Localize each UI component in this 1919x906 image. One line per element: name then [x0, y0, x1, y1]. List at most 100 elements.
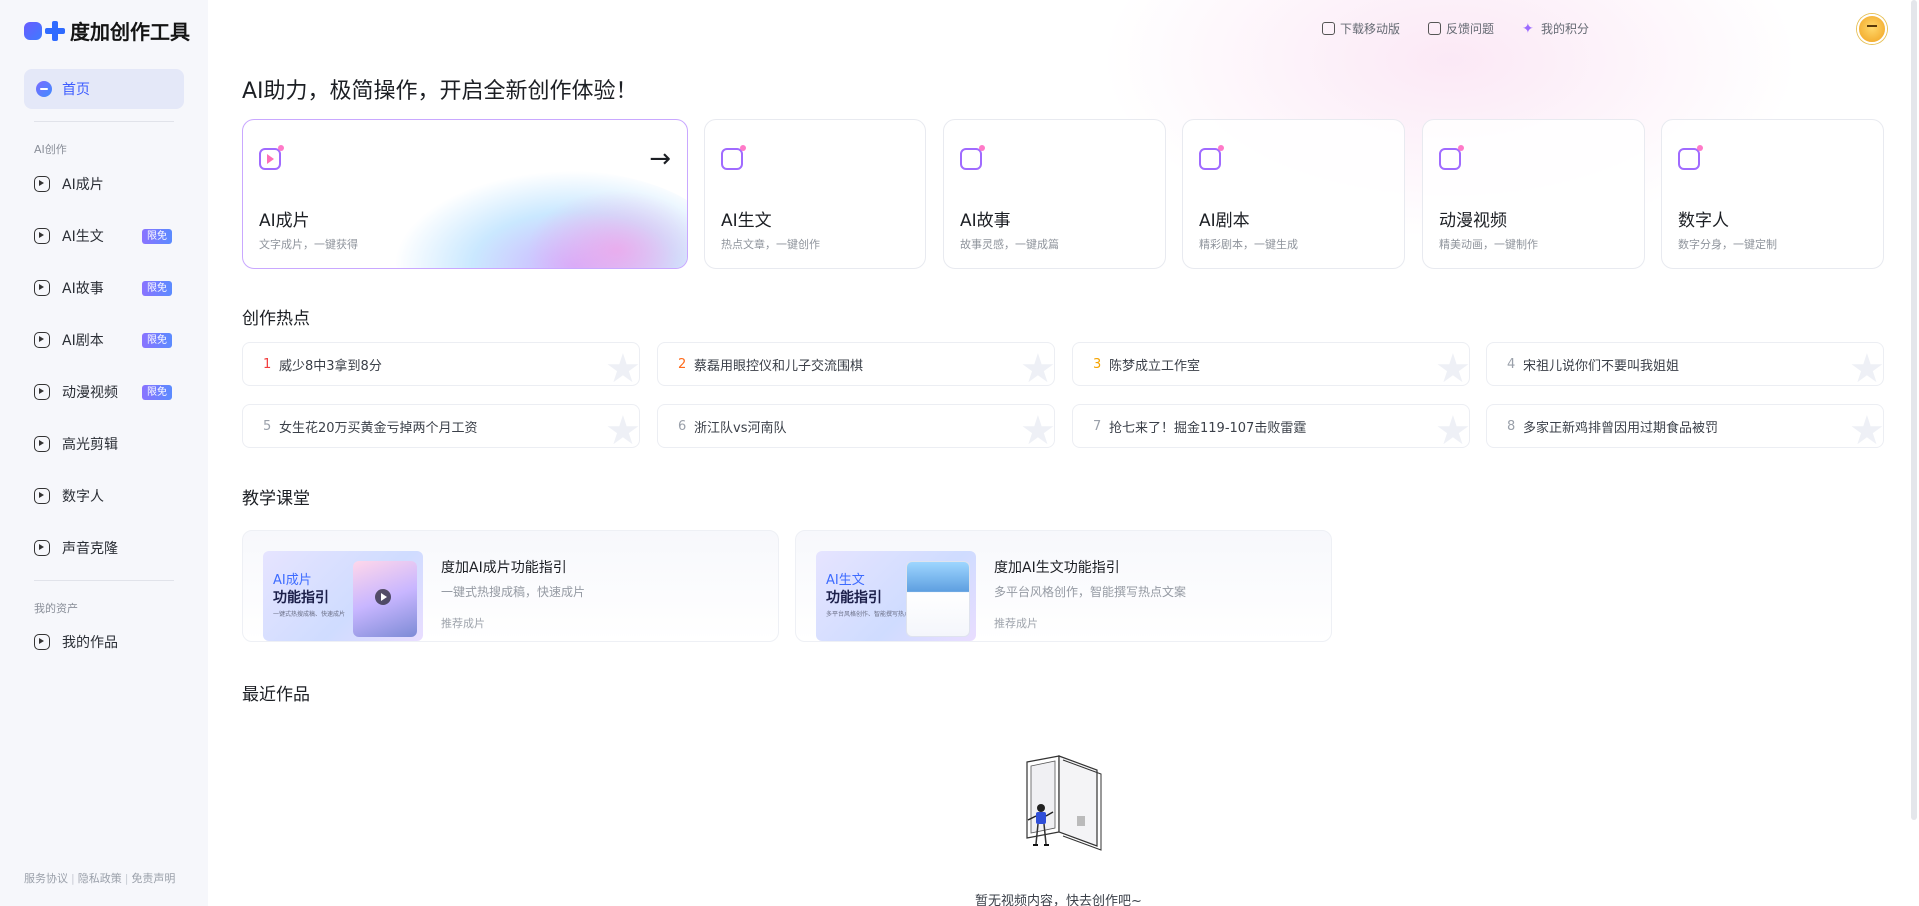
- thumb-line: 一键式热搜成稿、快速成片: [273, 611, 346, 618]
- sidebar-item-ai-story[interactable]: AI故事 限免: [34, 276, 184, 300]
- document-illustration: [906, 561, 970, 637]
- logo-icon: [24, 20, 68, 42]
- sidebar-item-highlight-edit[interactable]: 高光剪辑: [34, 432, 184, 456]
- privacy-link[interactable]: 隐私政策: [78, 872, 122, 885]
- smile-icon: [34, 384, 50, 400]
- sidebar-item-label: 高光剪辑: [62, 437, 118, 453]
- hot-rank: 2: [678, 356, 687, 372]
- hot-text: 抢七来了！掘金119-107击败雷霆: [1109, 420, 1307, 436]
- thumb-line: 功能指引: [273, 590, 329, 606]
- sidebar-item-label: AI成片: [62, 177, 104, 193]
- folder-icon: [34, 634, 50, 650]
- logo-text: 度加创作工具: [70, 20, 190, 44]
- card-ai-video[interactable]: → AI成片 文字成片，一键获得: [242, 119, 688, 269]
- star-icon: ★: [605, 346, 640, 386]
- feedback-button[interactable]: 反馈问题: [1427, 20, 1494, 37]
- terms-link[interactable]: 服务协议: [24, 872, 68, 885]
- scrollbar[interactable]: [1911, 0, 1917, 820]
- tutorial-thumbnail: AI成片 功能指引 一键式热搜成稿、快速成片: [263, 551, 423, 641]
- text-icon: [721, 145, 746, 170]
- card-ai-text[interactable]: AI生文 热点文章，一键创作: [704, 119, 926, 269]
- card-anime-video[interactable]: 动漫视频 精美动画，一键制作: [1422, 119, 1645, 269]
- star-icon: ★: [1020, 346, 1055, 386]
- play-icon[interactable]: [375, 589, 391, 605]
- disclaimer-link[interactable]: 免责声明: [131, 872, 175, 885]
- header-actions: 下载移动版 反馈问题 ✦ 我的积分: [1294, 20, 1589, 37]
- hot-topic-item[interactable]: 2 蔡磊用眼控仪和儿子交流围棋 ★: [657, 342, 1055, 386]
- card-desc: 精美动画，一键制作: [1439, 238, 1538, 251]
- hot-topic-item[interactable]: 6 浙江队vs河南队 ★: [657, 404, 1055, 448]
- sidebar-item-label: 数字人: [62, 489, 104, 505]
- video-icon: [34, 176, 50, 192]
- hot-rank: 6: [678, 418, 687, 434]
- hot-rank: 8: [1507, 418, 1516, 434]
- divider: [34, 580, 174, 581]
- tutorial-thumbnail: AI生文 功能指引 多平台风格创作、智能撰写热点文案: [816, 551, 976, 641]
- card-desc: 故事灵感，一键成篇: [960, 238, 1059, 251]
- card-desc: 热点文章，一键创作: [721, 238, 820, 251]
- hot-text: 蔡磊用眼控仪和儿子交流围棋: [694, 358, 864, 374]
- card-ai-story[interactable]: AI故事 故事灵感，一键成篇: [943, 119, 1166, 269]
- hot-topic-item[interactable]: 3 陈梦成立工作室 ★: [1072, 342, 1470, 386]
- sidebar-item-ai-text[interactable]: AI生文 限免: [34, 224, 184, 248]
- tutorial-title: 度加AI生文功能指引: [994, 560, 1120, 576]
- free-badge: 限免: [142, 333, 172, 348]
- hot-topic-item[interactable]: 7 抢七来了！掘金119-107击败雷霆 ★: [1072, 404, 1470, 448]
- hot-rank: 3: [1093, 356, 1102, 372]
- card-title: AI成片: [259, 211, 310, 231]
- sidebar-item-anime-video[interactable]: 动漫视频 限免: [34, 380, 184, 404]
- sidebar-item-label: 我的作品: [62, 635, 118, 651]
- person-icon: [1678, 145, 1703, 170]
- avatar[interactable]: [1857, 14, 1887, 44]
- card-title: AI生文: [721, 211, 772, 231]
- download-mobile-label: 下载移动版: [1339, 22, 1400, 36]
- card-digital-human[interactable]: 数字人 数字分身，一键定制: [1661, 119, 1884, 269]
- star-icon: ★: [1435, 408, 1470, 448]
- hot-topic-item[interactable]: 1 威少8中3拿到8分 ★: [242, 342, 640, 386]
- tutorial-card[interactable]: AI成片 功能指引 一键式热搜成稿、快速成片 度加AI成片功能指引 一键式热搜成…: [242, 530, 779, 642]
- book-icon: [960, 145, 985, 170]
- points-button[interactable]: ✦ 我的积分: [1522, 20, 1589, 37]
- sidebar-item-label: 声音克隆: [62, 541, 118, 557]
- star-icon: ★: [1020, 408, 1055, 448]
- arrow-right-icon[interactable]: →: [649, 146, 671, 172]
- free-badge: 限免: [142, 385, 172, 400]
- card-desc: 精彩剧本，一键生成: [1199, 238, 1298, 251]
- sidebar-item-ai-script[interactable]: AI剧本 限免: [34, 328, 184, 352]
- hot-topic-item[interactable]: 5 女生花20万买黄金亏掉两个月工资 ★: [242, 404, 640, 448]
- card-title: AI剧本: [1199, 211, 1250, 231]
- thumb-line: AI成片: [273, 573, 312, 588]
- phone-icon: [1321, 22, 1335, 35]
- points-label: 我的积分: [1540, 22, 1589, 36]
- hot-rank: 7: [1093, 418, 1102, 434]
- sidebar-item-label: AI故事: [62, 281, 104, 297]
- palette-icon: [34, 332, 50, 348]
- empty-state-text: 暂无视频内容，快去创作吧~: [975, 894, 1142, 906]
- download-mobile-button[interactable]: 下载移动版: [1321, 20, 1400, 37]
- logo[interactable]: 度加创作工具: [24, 16, 190, 45]
- card-ai-script[interactable]: AI剧本 精彩剧本，一键生成: [1182, 119, 1405, 269]
- sidebar: 度加创作工具 首页 AI创作 AI成片 AI生文 限免 AI故事 限免 AI剧本…: [0, 0, 208, 906]
- divider: [34, 121, 174, 122]
- star-icon: ★: [1849, 346, 1884, 386]
- section-title-tutorials: 教学课堂: [242, 489, 310, 509]
- sidebar-item-ai-video[interactable]: AI成片: [34, 172, 184, 196]
- sidebar-item-label: 动漫视频: [62, 385, 118, 401]
- sidebar-item-my-works[interactable]: 我的作品: [34, 630, 184, 654]
- sidebar-item-home[interactable]: 首页: [24, 69, 184, 109]
- hot-rank: 5: [263, 418, 272, 434]
- hot-topic-item[interactable]: 4 宋祖儿说你们不要叫我姐姐 ★: [1486, 342, 1884, 386]
- tutorial-card[interactable]: AI生文 功能指引 多平台风格创作、智能撰写热点文案 度加AI生文功能指引 多平…: [795, 530, 1332, 642]
- sidebar-item-voice-clone[interactable]: 声音克隆: [34, 536, 184, 560]
- sidebar-item-label: AI剧本: [62, 333, 104, 349]
- hot-text: 宋祖儿说你们不要叫我姐姐: [1523, 358, 1680, 374]
- hot-topic-item[interactable]: 8 多家正新鸡排曾因用过期食品被罚 ★: [1486, 404, 1884, 448]
- sidebar-item-digital-human[interactable]: 数字人: [34, 484, 184, 508]
- star-icon: ★: [1435, 346, 1470, 386]
- star-icon: ★: [605, 408, 640, 448]
- thumb-line: AI生文: [826, 573, 865, 588]
- video-icon: [259, 145, 284, 170]
- hot-text: 多家正新鸡排曾因用过期食品被罚: [1523, 420, 1719, 436]
- person-icon: [34, 488, 50, 504]
- hot-rank: 1: [263, 356, 272, 372]
